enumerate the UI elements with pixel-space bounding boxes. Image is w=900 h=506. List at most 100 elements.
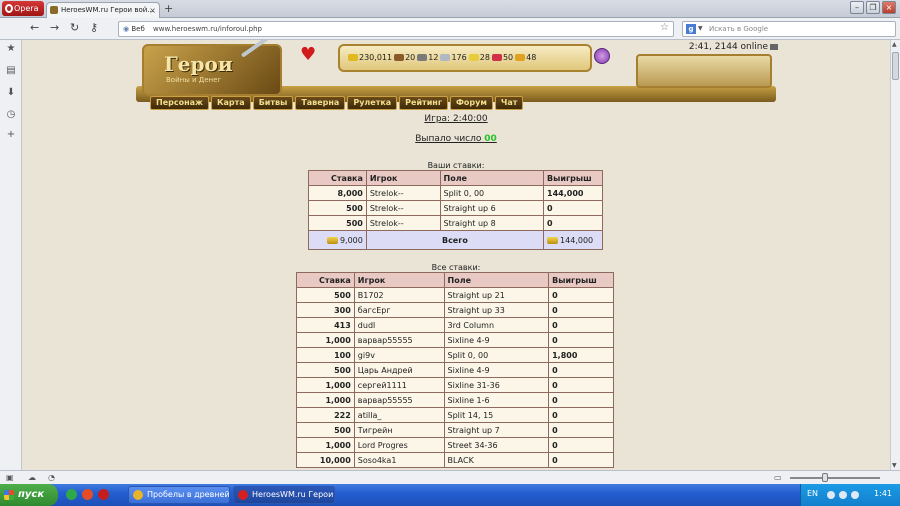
menu-item[interactable]: Рейтинг [399, 96, 448, 110]
google-icon: g [686, 24, 696, 34]
browser-tab[interactable]: HeroesWM.ru Герои вой... × [46, 2, 160, 18]
rolled-value: 00 [484, 134, 497, 144]
menu-item[interactable]: Персонаж [150, 96, 209, 110]
bet-field: BLACK [443, 452, 550, 468]
downloads-icon[interactable]: ⬇ [6, 88, 16, 98]
player-link[interactable]: сергей1111 [353, 377, 445, 393]
page-content: 2:41, 2144 online Герои Войны и Денег ♥ … [22, 40, 890, 470]
menu-item[interactable]: Чат [494, 96, 524, 110]
maximize-button[interactable]: ❐ [866, 1, 880, 14]
zoom-slider[interactable] [790, 477, 880, 479]
sword-icon [240, 40, 280, 58]
search-input[interactable]: g ▼ Искать в Google [682, 21, 896, 37]
clock: 1:41 [874, 489, 892, 498]
bet-amount: 8,000 [308, 185, 367, 201]
zoom-slider-knob[interactable] [822, 473, 828, 482]
player-link[interactable]: Strelok-- [365, 200, 441, 216]
opera-icon [5, 4, 13, 13]
table-row: 222 atilla_ Split 14, 15 0 [296, 407, 614, 423]
bet-field: 3rd Column [443, 317, 550, 333]
player-link[interactable]: Strelok-- [365, 185, 441, 201]
minimize-button[interactable]: – [850, 1, 864, 14]
search-placeholder: Искать в Google [709, 25, 769, 33]
tray-icon-2[interactable] [839, 491, 847, 499]
resource-item: 12 [417, 53, 438, 62]
turbo-icon[interactable]: ◔ [48, 473, 55, 482]
add-panel-icon[interactable]: + [6, 130, 16, 140]
start-button[interactable]: пуск [0, 484, 58, 506]
table-row: 300 багсЕрг Straight up 33 0 [296, 302, 614, 318]
bet-amount: 10,000 [296, 452, 355, 468]
forward-icon[interactable]: → [50, 21, 59, 34]
menu-item[interactable]: Битвы [252, 96, 294, 110]
bookmarks-icon[interactable]: ★ [6, 44, 16, 54]
new-tab-button[interactable]: + [164, 2, 173, 15]
table-row: 1,000 варвар55555 Sixline 4-9 0 [296, 332, 614, 348]
quicklaunch-utorrent-icon[interactable] [66, 489, 77, 500]
scroll-up-icon[interactable]: ▲ [892, 41, 897, 48]
player-link[interactable]: варвар55555 [353, 392, 445, 408]
player-link[interactable]: B1702 [353, 287, 445, 303]
taskbar-item-chrome[interactable]: Пробелы в древней ... [128, 486, 230, 504]
quicklaunch-opera-icon[interactable] [98, 489, 109, 500]
sulfur-icon [468, 54, 479, 61]
player-link[interactable]: dudl [353, 317, 445, 333]
history-icon[interactable]: ◷ [6, 110, 16, 120]
language-indicator[interactable]: EN [807, 489, 818, 498]
resource-value: 20 [405, 53, 416, 62]
chevron-down-icon[interactable]: ▼ [698, 22, 703, 36]
logo[interactable]: Герои [164, 52, 233, 76]
bet-field: Straight up 7 [443, 422, 550, 438]
tray-icon-3[interactable] [851, 491, 859, 499]
back-icon[interactable]: ← [30, 21, 39, 34]
close-window-button[interactable]: × [882, 1, 896, 14]
resource-value: 48 [526, 53, 537, 62]
castle-left-decoration: Герои Войны и Денег [142, 40, 282, 96]
bet-amount: 1,000 [296, 332, 355, 348]
taskbar-item-opera[interactable]: HeroesWM.ru Герои ... [233, 486, 335, 504]
player-link[interactable]: atilla_ [353, 407, 445, 423]
panel-toggle-icon[interactable]: ▣ [6, 473, 14, 482]
player-link[interactable]: багсЕрг [353, 302, 445, 318]
column-header: Поле [439, 170, 545, 186]
tab-close-icon[interactable]: × [149, 3, 156, 18]
menu-item[interactable]: Форум [450, 96, 493, 110]
menu-item[interactable]: Карта [210, 96, 251, 110]
table-row: 10,000 Soso4ka1 BLACK 0 [296, 452, 614, 468]
player-link[interactable]: gi9v [353, 347, 445, 363]
notes-icon[interactable]: ▤ [6, 66, 16, 76]
scroll-down-icon[interactable]: ▼ [892, 462, 897, 469]
bet-field: Straight up 8 [439, 215, 545, 231]
quicklaunch-chrome-icon[interactable] [82, 489, 93, 500]
page-scrollbar[interactable]: ▲ ▼ [890, 40, 900, 470]
game-time[interactable]: Игра: 2:40:00 [22, 114, 890, 124]
reload-icon[interactable]: ↻ [70, 21, 79, 34]
scroll-thumb[interactable] [892, 52, 899, 80]
health-heart-icon[interactable]: ♥ [300, 44, 316, 65]
address-badge: Веб [123, 22, 144, 36]
view-icon[interactable]: ▭ [774, 473, 782, 482]
column-header: Игрок [353, 272, 445, 288]
player-link[interactable]: Strelok-- [365, 215, 441, 231]
player-link[interactable]: Soso4ka1 [353, 452, 445, 468]
windows-flag-icon [4, 490, 14, 500]
menu-item[interactable]: Рулетка [347, 96, 398, 110]
bookmark-star-icon[interactable]: ☆ [660, 21, 669, 35]
table-row: 500 Царь Андрей Sixline 4-9 0 [296, 362, 614, 378]
player-link[interactable]: Lord Progres [353, 437, 445, 453]
mana-potion-icon[interactable] [594, 48, 610, 64]
opera-menu-button[interactable]: Opera [2, 1, 44, 16]
player-link[interactable]: Царь Андрей [353, 362, 445, 378]
tray-icon-1[interactable] [827, 491, 835, 499]
table-row: 100 gi9v Split 0, 00 1,800 [296, 347, 614, 363]
player-link[interactable]: варвар55555 [353, 332, 445, 348]
address-bar[interactable]: Веб www.heroeswm.ru/inforoul.php ☆ [118, 21, 674, 37]
cloud-icon[interactable]: ☁ [28, 473, 36, 482]
browser-titlebar: Opera HeroesWM.ru Герои вой... × + – ❐ × [0, 0, 900, 18]
menu-item[interactable]: Таверна [295, 96, 346, 110]
resource-list: 230,011 20 12 176 28 50 48 [348, 53, 536, 62]
bet-win: 0 [548, 392, 614, 408]
rolled-number[interactable]: Выпало число 00 [22, 134, 890, 144]
player-link[interactable]: Тигрейн [353, 422, 445, 438]
key-icon[interactable]: ⚷ [90, 21, 98, 34]
